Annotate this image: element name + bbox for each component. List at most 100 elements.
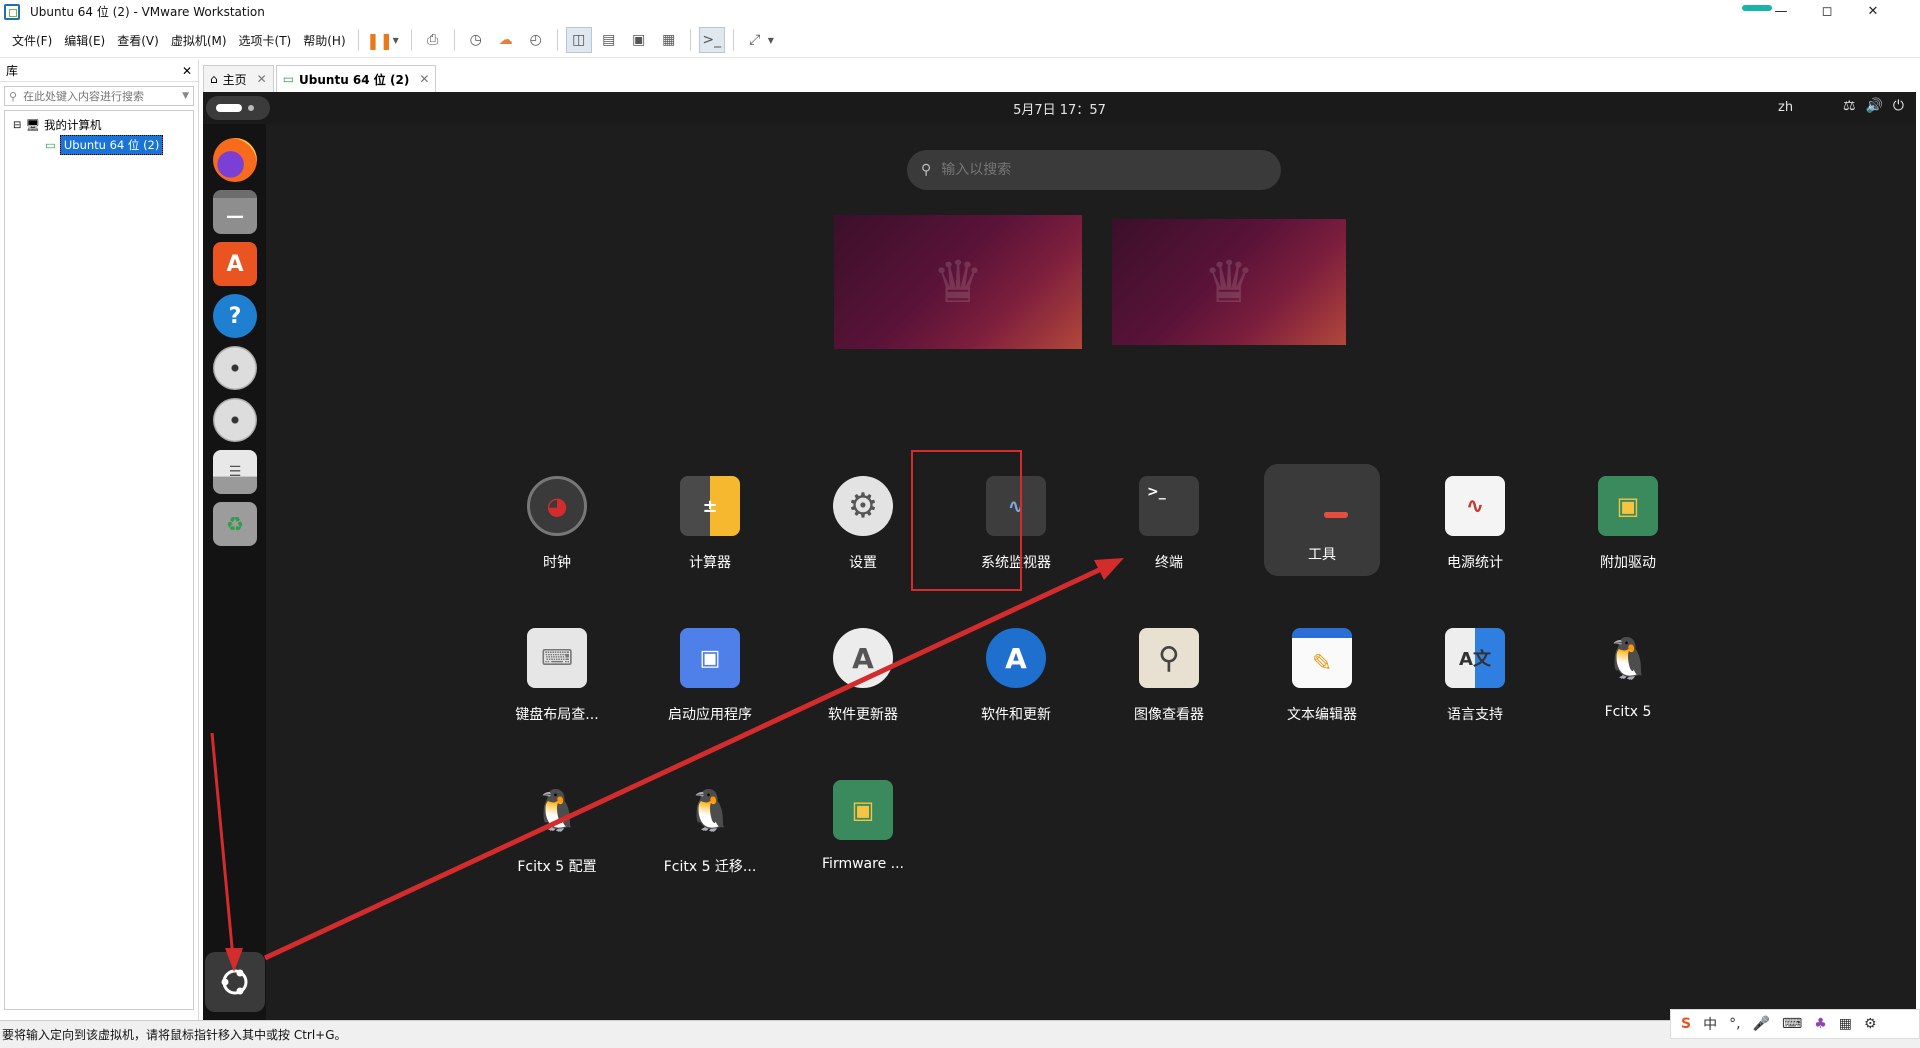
workspace-thumbnail-2[interactable]: ♛	[1112, 219, 1346, 345]
maximize-button[interactable]: ◻	[1804, 0, 1850, 23]
close-icon[interactable]: ✕	[182, 64, 192, 78]
app-language-support[interactable]: A文 语言支持	[1417, 616, 1533, 728]
firefox-icon	[213, 138, 257, 182]
chevron-down-icon[interactable]: ▼	[768, 36, 774, 45]
close-tab-icon[interactable]: ✕	[257, 72, 267, 86]
app-software-updates[interactable]: A 软件和更新	[958, 616, 1074, 728]
chip-icon: ▣	[833, 780, 893, 840]
dock-files[interactable]: —	[211, 188, 259, 236]
library-tree: ⊟ 🖥 我的计算机 ▭ Ubuntu 64 位 (2)	[4, 110, 194, 1010]
dock-firefox[interactable]	[211, 136, 259, 184]
system-menu[interactable]: ⚖ 🔊 ⏻	[1843, 98, 1904, 114]
grid-menu-icon[interactable]: ▦	[1839, 1016, 1852, 1032]
ime-toolbar: S 中 °, 🎤 ⌨ ♣ ▦ ⚙	[1670, 1009, 1920, 1039]
snapshot-manager-icon[interactable]: ◴	[523, 27, 549, 53]
vm-screen[interactable]: 5月7日 17：57 zh ⚖ 🔊 ⏻ — A ? ☰ ♻ ⚲ 输入以搜索 ♛ …	[203, 92, 1916, 1020]
app-search[interactable]: ⚲	[907, 150, 1281, 190]
app-fcitx5[interactable]: 🐧 Fcitx 5	[1570, 616, 1686, 728]
collapse-icon[interactable]: ⊟	[13, 120, 21, 131]
menu-tabs[interactable]: 选项卡(T)	[233, 32, 298, 49]
app-calculator[interactable]: ± 计算器	[652, 464, 768, 576]
menu-view[interactable]: 查看(V)	[111, 32, 165, 49]
app-settings[interactable]: ⚙ 设置	[805, 464, 921, 576]
app-power-statistics[interactable]: ∿ 电源统计	[1417, 464, 1533, 576]
fullscreen-icon[interactable]: ⤢	[742, 27, 768, 53]
snapshot-icon[interactable]: ◷	[463, 27, 489, 53]
penguin-icon: 🐧	[685, 787, 735, 834]
microphone-icon[interactable]: 🎤	[1753, 1016, 1770, 1032]
unity-icon[interactable]: ▦	[656, 27, 682, 53]
console-view-icon[interactable]: >_	[698, 27, 725, 53]
app-label: 附加驱动	[1600, 555, 1656, 571]
tree-item-my-computer[interactable]: ⊟ 🖥 我的计算机	[9, 115, 189, 135]
dock-disc-1[interactable]	[211, 344, 259, 392]
minimize-button[interactable]: —	[1758, 0, 1804, 23]
app-clock[interactable]: ◕ 时钟	[499, 464, 615, 576]
app-fcitx5-config[interactable]: 🐧 Fcitx 5 配置	[499, 768, 615, 880]
search-input[interactable]	[941, 162, 1242, 178]
dock-disc-2[interactable]	[211, 396, 259, 444]
punctuation-icon[interactable]: °,	[1729, 1016, 1740, 1032]
app-firmware[interactable]: ▣ Firmware ...	[805, 768, 921, 880]
menu-edit[interactable]: 编辑(E)	[58, 32, 111, 49]
dock-app-center[interactable]: A	[211, 240, 259, 288]
app-terminal[interactable]: >_ 终端	[1111, 464, 1227, 576]
sidebar-toggle-icon[interactable]: ◫	[565, 27, 592, 53]
app-startup-applications[interactable]: ▣ 启动应用程序	[652, 616, 768, 728]
disc-icon	[213, 398, 257, 442]
menu-file[interactable]: 文件(F)	[6, 32, 58, 49]
workspace-thumbnail-1[interactable]: ♛	[834, 215, 1082, 349]
sogou-icon[interactable]: S	[1681, 1016, 1691, 1032]
dock: — A ? ☰ ♻	[203, 124, 266, 1020]
app-additional-drivers[interactable]: ▣ 附加驱动	[1570, 464, 1686, 576]
close-button[interactable]: ✕	[1850, 0, 1896, 23]
input-method-indicator[interactable]: zh	[1778, 100, 1793, 115]
fit-window-icon[interactable]: ▣	[626, 27, 652, 53]
menu-help[interactable]: 帮助(H)	[297, 32, 351, 49]
chevron-down-icon[interactable]: ▼	[393, 36, 399, 45]
app-keyboard-layout[interactable]: ⌨ 键盘布局查...	[499, 616, 615, 728]
pause-icon[interactable]: ❚❚	[366, 27, 393, 53]
skin-icon[interactable]: ♣	[1814, 1016, 1827, 1032]
magnifier-icon: ⚲	[1139, 628, 1199, 688]
dock-floppy[interactable]: ☰	[211, 448, 259, 496]
app-fcitx5-migrator[interactable]: 🐧 Fcitx 5 迁移...	[652, 768, 768, 880]
tab-vm[interactable]: ▭ Ubuntu 64 位 (2) ✕	[275, 65, 437, 92]
settings-icon[interactable]: ⚙	[1864, 1016, 1877, 1032]
app-text-editor[interactable]: ✎ 文本编辑器	[1264, 616, 1380, 728]
folder-icon: —	[213, 190, 257, 234]
app-folder-tools[interactable]: 工具	[1264, 464, 1380, 576]
power-graph-icon: ∿	[1445, 476, 1505, 536]
keyboard-icon: ⌨	[527, 628, 587, 688]
dock-help[interactable]: ?	[211, 292, 259, 340]
thumbnail-bar-icon[interactable]: ▤	[596, 27, 622, 53]
library-panel: 库 ✕ ⚲ ▼ ⊟ 🖥 我的计算机 ▭ Ubuntu 64 位 (2)	[0, 60, 199, 1020]
revert-snapshot-icon[interactable]: ☁	[493, 27, 519, 53]
menu-vm[interactable]: 虚拟机(M)	[165, 32, 233, 49]
app-image-viewer[interactable]: ⚲ 图像查看器	[1111, 616, 1227, 728]
tab-label: Ubuntu 64 位 (2)	[299, 72, 410, 87]
vmware-logo-icon	[4, 3, 20, 20]
show-apps-button[interactable]	[205, 952, 265, 1012]
disc-icon	[213, 346, 257, 390]
app-label: Fcitx 5 迁移...	[663, 859, 757, 875]
app-software-updater[interactable]: A 软件更新器	[805, 616, 921, 728]
chevron-down-icon[interactable]: ▼	[182, 91, 189, 101]
penguin-icon: 🐧	[532, 787, 582, 834]
dock-trash[interactable]: ♻	[211, 500, 259, 548]
title-bar: Ubuntu 64 位 (2) - VMware Workstation — ◻…	[0, 0, 1920, 23]
library-search-input[interactable]	[23, 89, 183, 103]
tab-home[interactable]: ⌂ 主页 ✕	[203, 65, 274, 92]
send-ctrl-alt-del-icon[interactable]: ⎙	[420, 27, 446, 53]
app-label: 计算器	[689, 555, 731, 571]
clock[interactable]: 5月7日 17：57	[203, 92, 1916, 124]
ime-mode[interactable]: 中	[1703, 1014, 1717, 1034]
tree-item-vm[interactable]: ▭ Ubuntu 64 位 (2)	[9, 135, 189, 155]
keyboard-icon[interactable]: ⌨	[1782, 1016, 1802, 1032]
status-text: 要将输入定向到该虚拟机，请将鼠标指针移入其中或按 Ctrl+G。	[2, 1028, 347, 1042]
app-label: Fcitx 5 配置	[517, 859, 597, 875]
app-label: 设置	[849, 555, 877, 571]
search-icon: ⚲	[9, 89, 18, 103]
power-icon: ⏻	[1892, 98, 1904, 114]
close-tab-icon[interactable]: ✕	[419, 72, 429, 86]
